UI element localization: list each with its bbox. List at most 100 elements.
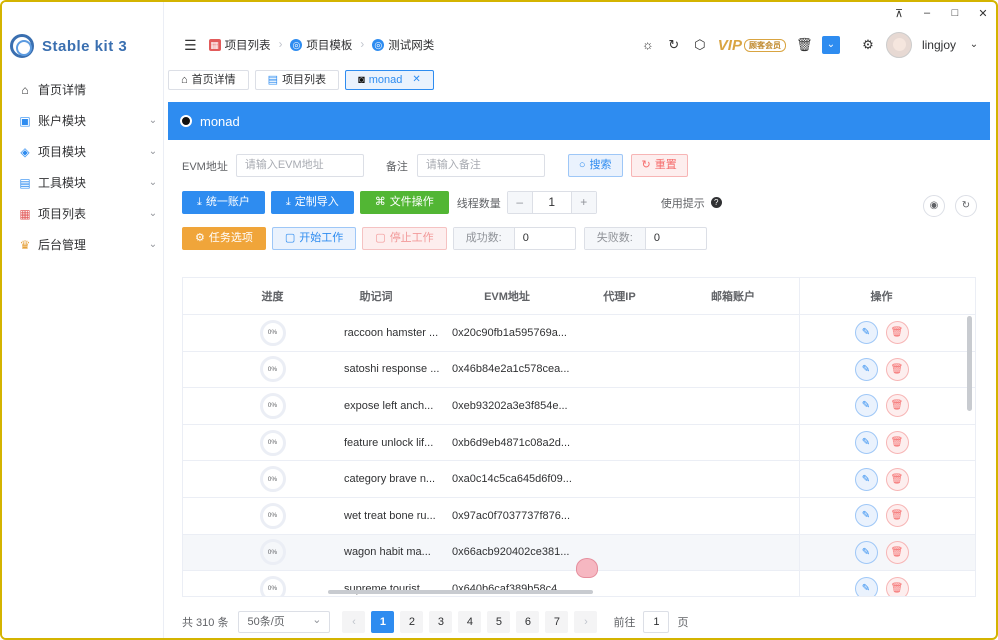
maximize-icon[interactable]: □	[948, 7, 962, 19]
trash-icon[interactable]: 🗑	[796, 37, 813, 53]
page-button[interactable]: 5	[487, 611, 511, 633]
chevron-down-icon[interactable]: ⌄	[966, 37, 982, 53]
stop-work-button[interactable]: ▢ 停止工作	[362, 227, 447, 250]
progress-cell: 0%	[235, 319, 310, 346]
increment-button[interactable]: +	[571, 192, 596, 213]
thread-value[interactable]: 1	[531, 192, 572, 213]
page-button[interactable]: 7	[545, 611, 569, 633]
avatar[interactable]	[885, 32, 912, 58]
edit-icon[interactable]: ✎	[854, 357, 878, 381]
edit-icon[interactable]: ✎	[854, 467, 878, 491]
sidebar-item-admin[interactable]: ♛ 后台管理 ⌄	[2, 229, 163, 260]
col-progress: 进度	[261, 291, 284, 303]
actions-cell: ✎ 🗑	[799, 315, 963, 351]
edit-icon[interactable]: ✎	[854, 504, 878, 528]
prev-page-button[interactable]: ‹	[342, 611, 366, 633]
delete-icon[interactable]: 🗑	[885, 540, 909, 564]
goto-page-input[interactable]: 1	[643, 611, 670, 633]
reset-button[interactable]: ↻ 重置	[630, 154, 688, 177]
progress-cell: 0%	[235, 575, 310, 596]
sun-icon[interactable]: ☼	[640, 37, 656, 53]
tab-monad[interactable]: ◙ monad ✕	[345, 70, 434, 90]
gear-icon[interactable]: ⚙	[860, 37, 876, 53]
custom-import-button[interactable]: ⤓ 定制导入	[270, 191, 354, 214]
col-evm: EVM地址	[484, 291, 530, 303]
page-size-select[interactable]: 50条/页	[238, 610, 331, 633]
edit-icon[interactable]: ✎	[854, 577, 878, 596]
hide-columns-icon[interactable]: ◉	[923, 195, 945, 217]
file-ops-button[interactable]: ⌘ 文件操作	[359, 191, 449, 214]
vertical-scrollbar[interactable]	[967, 316, 972, 411]
delete-icon[interactable]: 🗑	[885, 431, 909, 455]
note-input[interactable]: 请输入备注	[416, 154, 545, 177]
page-button[interactable]: 6	[516, 611, 540, 633]
page-button[interactable]: 4	[458, 611, 482, 633]
table-row[interactable]: 0% feature unlock lif... 0xb6d9eb4871c08a2…	[183, 424, 975, 462]
fold-menu-icon[interactable]: ☰	[184, 37, 197, 54]
next-page-button[interactable]: ›	[574, 611, 598, 633]
header-tools: ☼ ↻ ⬡ VIP 顾客会员 🗑 ⌄ ⚙ lingjoy ⌄	[640, 22, 982, 68]
sidebar: Stable kit 3 ⌂ 首页详情 ▣ 账户模块 ⌄ ◈ 项目模块 ⌄ ▤ …	[2, 2, 164, 638]
actions-cell: ✎ 🗑	[799, 461, 963, 497]
refresh-icon[interactable]: ↻	[955, 195, 977, 217]
sidebar-item-home[interactable]: ⌂ 首页详情	[2, 74, 163, 105]
start-work-button[interactable]: ▢ 开始工作	[271, 227, 357, 250]
pin-icon[interactable]: ⊼	[892, 7, 906, 20]
delete-icon[interactable]: 🗑	[885, 504, 909, 528]
delete-icon[interactable]: 🗑	[885, 357, 909, 381]
actions-cell: ✎ 🗑	[799, 497, 963, 534]
delete-icon[interactable]: 🗑	[885, 394, 909, 418]
cube-icon[interactable]: ⬡	[692, 37, 708, 53]
close-icon[interactable]: ✕	[976, 7, 990, 20]
breadcrumb-item[interactable]: ◎ 项目模板	[290, 37, 352, 53]
table-row[interactable]: 0% expose left anch... 0xeb93202a3e3f854e.…	[183, 388, 975, 425]
evm-input[interactable]: 请输入EVM地址	[235, 154, 364, 177]
minimize-icon[interactable]: –	[920, 7, 934, 19]
vip-badge[interactable]: VIP 顾客会员	[718, 37, 786, 54]
col-proxy: 代理IP	[603, 291, 636, 303]
page-button[interactable]: 3	[429, 611, 453, 633]
tab-home[interactable]: ⌂ 首页详情	[168, 70, 249, 90]
breadcrumb-item[interactable]: ◎ 测试网类	[372, 37, 434, 53]
delete-icon[interactable]: 🗑	[885, 467, 909, 491]
page-button[interactable]: 1	[371, 611, 395, 633]
table-row[interactable]: 0% satoshi response ... 0x46b84e2a1c578cea…	[183, 351, 975, 389]
home-icon: ⌂	[21, 82, 29, 97]
breadcrumb-item[interactable]: ▦ 项目列表	[208, 37, 271, 53]
app-logo: Stable kit 3	[2, 24, 163, 68]
sidebar-item-tools[interactable]: ▤ 工具模块 ⌄	[2, 167, 163, 198]
work-row: ⚙ 任务选项 ▢ 开始工作 ▢ 停止工作 成功数: 0 失败数: 0	[182, 227, 707, 250]
task-options-button[interactable]: ⚙ 任务选项	[182, 227, 266, 250]
table-row[interactable]: 0% category brave n... 0xa0c14c5ca645d6f09…	[183, 461, 975, 498]
download-icon: ⤓	[285, 196, 291, 208]
table-row[interactable]: 0% raccoon hamster ... 0x20c90fb1a595769a.…	[183, 315, 975, 352]
unify-account-button[interactable]: ⤓ 统一账户	[182, 191, 265, 214]
delete-icon[interactable]: 🗑	[885, 577, 909, 596]
edit-icon[interactable]: ✎	[854, 431, 878, 455]
accounts-table: 进度 助记词 EVM地址 代理IP 邮箱账户 操作 0% raccoon hams…	[182, 277, 976, 597]
list-icon: ▤	[267, 74, 279, 86]
help-icon[interactable]: ?	[710, 197, 722, 208]
monad-icon	[180, 115, 192, 127]
edit-icon[interactable]: ✎	[854, 394, 878, 418]
delete-icon[interactable]: 🗑	[885, 321, 909, 345]
fail-count: 失败数: 0	[583, 227, 707, 250]
page-button[interactable]: 2	[400, 611, 424, 633]
table-row[interactable]: 0% wet treat bone ru... 0x97ac0f7037737f87…	[183, 497, 975, 535]
search-button[interactable]: ○ 搜索	[567, 154, 623, 177]
close-icon[interactable]: ✕	[412, 71, 420, 89]
edit-icon[interactable]: ✎	[854, 540, 878, 564]
download-icon: ⤓	[197, 196, 202, 208]
horizontal-scrollbar[interactable]	[328, 590, 593, 594]
refresh-icon[interactable]: ↻	[666, 37, 682, 53]
username[interactable]: lingjoy	[922, 38, 956, 52]
sidebar-item-account[interactable]: ▣ 账户模块 ⌄	[2, 105, 163, 136]
breadcrumb-separator: ›	[360, 39, 365, 51]
decrement-button[interactable]: –	[507, 192, 532, 213]
dropdown-toggle-icon[interactable]: ⌄	[821, 36, 840, 54]
tab-project-list[interactable]: ▤ 项目列表	[254, 70, 340, 90]
reset-icon: ↻	[641, 159, 651, 171]
edit-icon[interactable]: ✎	[854, 321, 878, 345]
sidebar-item-project[interactable]: ◈ 项目模块 ⌄	[2, 136, 163, 167]
sidebar-item-project-list[interactable]: ▦ 项目列表 ⌄	[2, 198, 163, 229]
